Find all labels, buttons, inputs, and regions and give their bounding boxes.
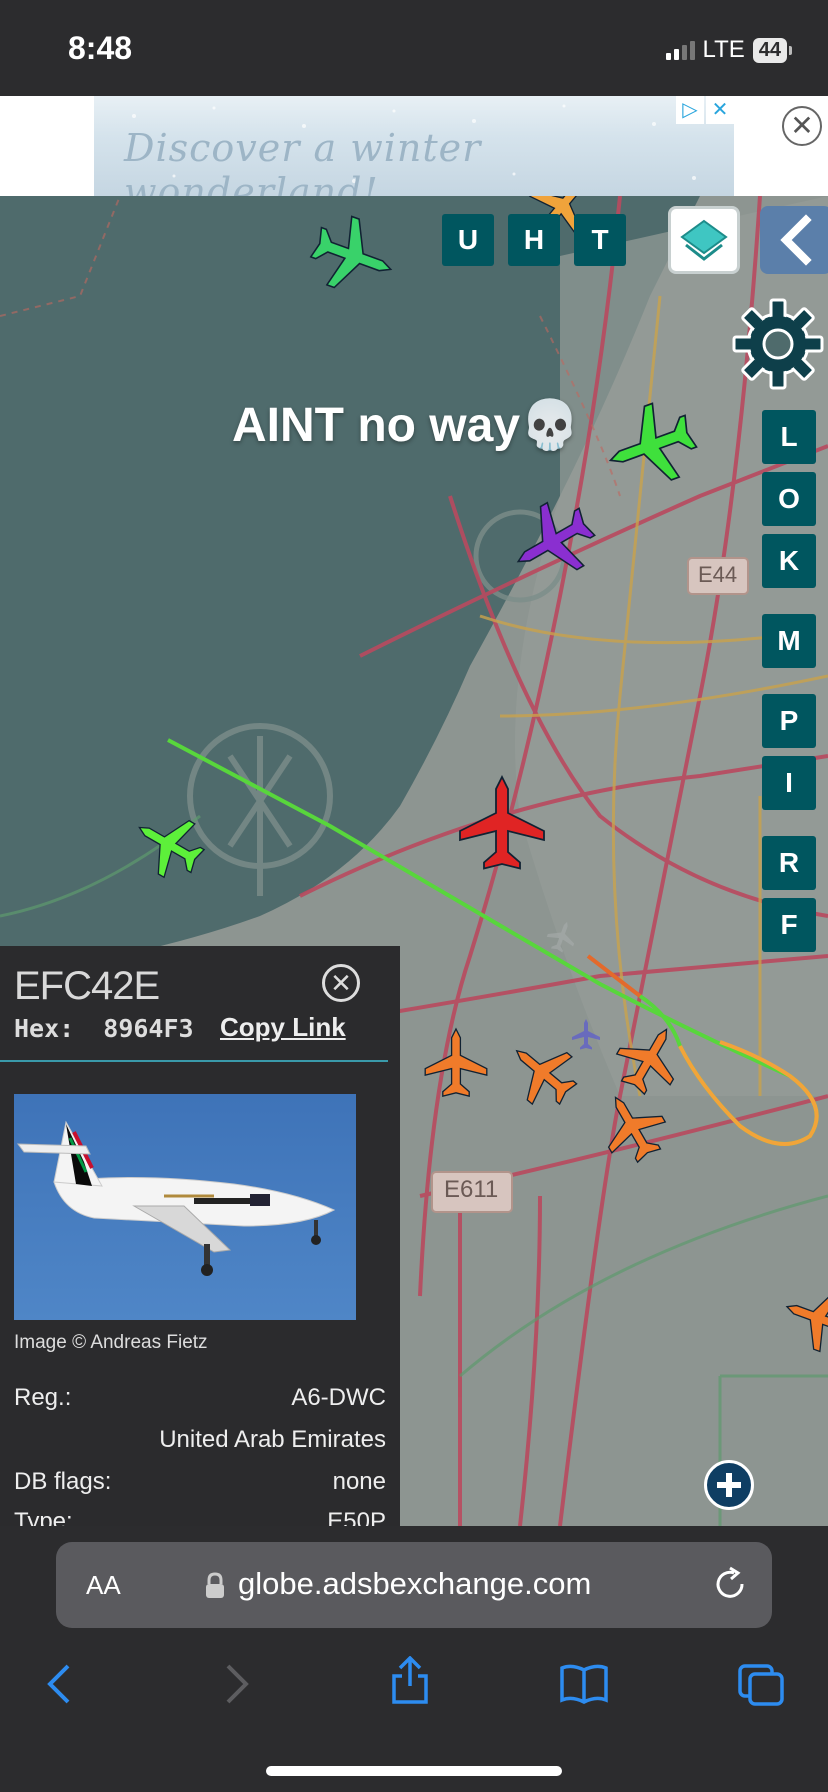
- ad-banner-bar: Discover a winter wonderland! ▷ ✕ ✕: [0, 96, 828, 196]
- address-bar[interactable]: AA globe.adsbexchange.com: [56, 1542, 772, 1628]
- bookmarks-icon[interactable]: [558, 1662, 610, 1706]
- lock-icon: [206, 1572, 224, 1598]
- collapse-sidebar-button[interactable]: [760, 206, 828, 274]
- url-text[interactable]: globe.adsbexchange.com: [238, 1566, 591, 1602]
- jet-illustration: [16, 1120, 336, 1276]
- button-l[interactable]: L: [762, 410, 816, 464]
- road-label-e44: E44: [698, 562, 738, 587]
- top-button-group: U H T: [442, 214, 626, 266]
- button-h[interactable]: H: [508, 214, 560, 266]
- battery-icon: 44: [752, 37, 787, 63]
- button-f[interactable]: F: [762, 898, 816, 952]
- hex-value: 8964F3: [103, 1014, 194, 1043]
- button-p[interactable]: P: [762, 694, 816, 748]
- road-label-e611: E611: [444, 1176, 499, 1203]
- reload-icon[interactable]: [714, 1566, 748, 1604]
- hex-label: Hex:: [14, 1014, 75, 1043]
- type-value: E50P: [327, 1508, 386, 1526]
- ad-close-button[interactable]: ✕: [782, 106, 822, 146]
- status-time: 8:48: [68, 30, 133, 66]
- palm-jumeirah: [187, 723, 333, 896]
- aircraft-info-panel: EFC42E ✕ Hex: 8964F3 Copy Link Image © A…: [0, 946, 400, 1526]
- type-label: Type:: [14, 1508, 73, 1526]
- ad-banner[interactable]: Discover a winter wonderland! ▷ ✕: [94, 96, 734, 196]
- button-k[interactable]: K: [762, 534, 816, 588]
- plus-icon: [717, 1473, 741, 1497]
- back-icon[interactable]: [44, 1662, 74, 1706]
- ad-text: Discover a winter wonderland!: [124, 126, 482, 196]
- button-r[interactable]: R: [762, 836, 816, 890]
- button-t[interactable]: T: [574, 214, 626, 266]
- chevron-left-icon: [780, 214, 812, 266]
- db-flags-value: none: [332, 1468, 386, 1495]
- aircraft-callsign: EFC42E: [14, 964, 160, 1008]
- db-flags-label: DB flags:: [14, 1468, 112, 1495]
- layers-icon: [680, 219, 728, 261]
- adchoices-icon[interactable]: ▷: [676, 96, 704, 124]
- status-bar: 8:48 LTE 44: [0, 0, 828, 96]
- image-credit: Image © Andreas Fietz: [14, 1332, 208, 1353]
- overlay-caption: AINT no way💀: [232, 399, 580, 452]
- country-value: United Arab Emirates: [159, 1426, 386, 1453]
- close-panel-button[interactable]: ✕: [322, 964, 360, 1002]
- navigation-row: [0, 1656, 828, 1722]
- hex-row: Hex: 8964F3: [14, 1014, 194, 1043]
- forward-icon[interactable]: [222, 1662, 252, 1706]
- home-indicator[interactable]: [266, 1766, 562, 1776]
- status-indicators: LTE 44: [665, 36, 792, 64]
- reg-value: A6-DWC: [291, 1384, 386, 1411]
- button-i[interactable]: I: [762, 756, 816, 810]
- tabs-icon[interactable]: [736, 1662, 786, 1708]
- battery-tip: [789, 45, 792, 55]
- button-u[interactable]: U: [442, 214, 494, 266]
- signal-icon: [665, 40, 695, 60]
- button-m[interactable]: M: [762, 614, 816, 668]
- ad-badges: ▷ ✕: [676, 96, 734, 124]
- aircraft-photo[interactable]: [14, 1094, 356, 1320]
- panel-divider: [0, 1060, 388, 1062]
- gear-icon: [732, 298, 824, 390]
- reg-label: Reg.:: [14, 1384, 72, 1411]
- button-o[interactable]: O: [762, 472, 816, 526]
- browser-toolbar: AA globe.adsbexchange.com: [0, 1526, 828, 1792]
- share-icon[interactable]: [388, 1656, 432, 1706]
- zoom-in-button[interactable]: [704, 1460, 754, 1510]
- layers-button[interactable]: [668, 206, 740, 274]
- copy-link-button[interactable]: Copy Link: [220, 1012, 346, 1043]
- network-label: LTE: [702, 36, 745, 63]
- ad-dismiss-icon[interactable]: ✕: [706, 96, 734, 124]
- settings-button[interactable]: [730, 296, 826, 397]
- text-size-button[interactable]: AA: [86, 1570, 121, 1601]
